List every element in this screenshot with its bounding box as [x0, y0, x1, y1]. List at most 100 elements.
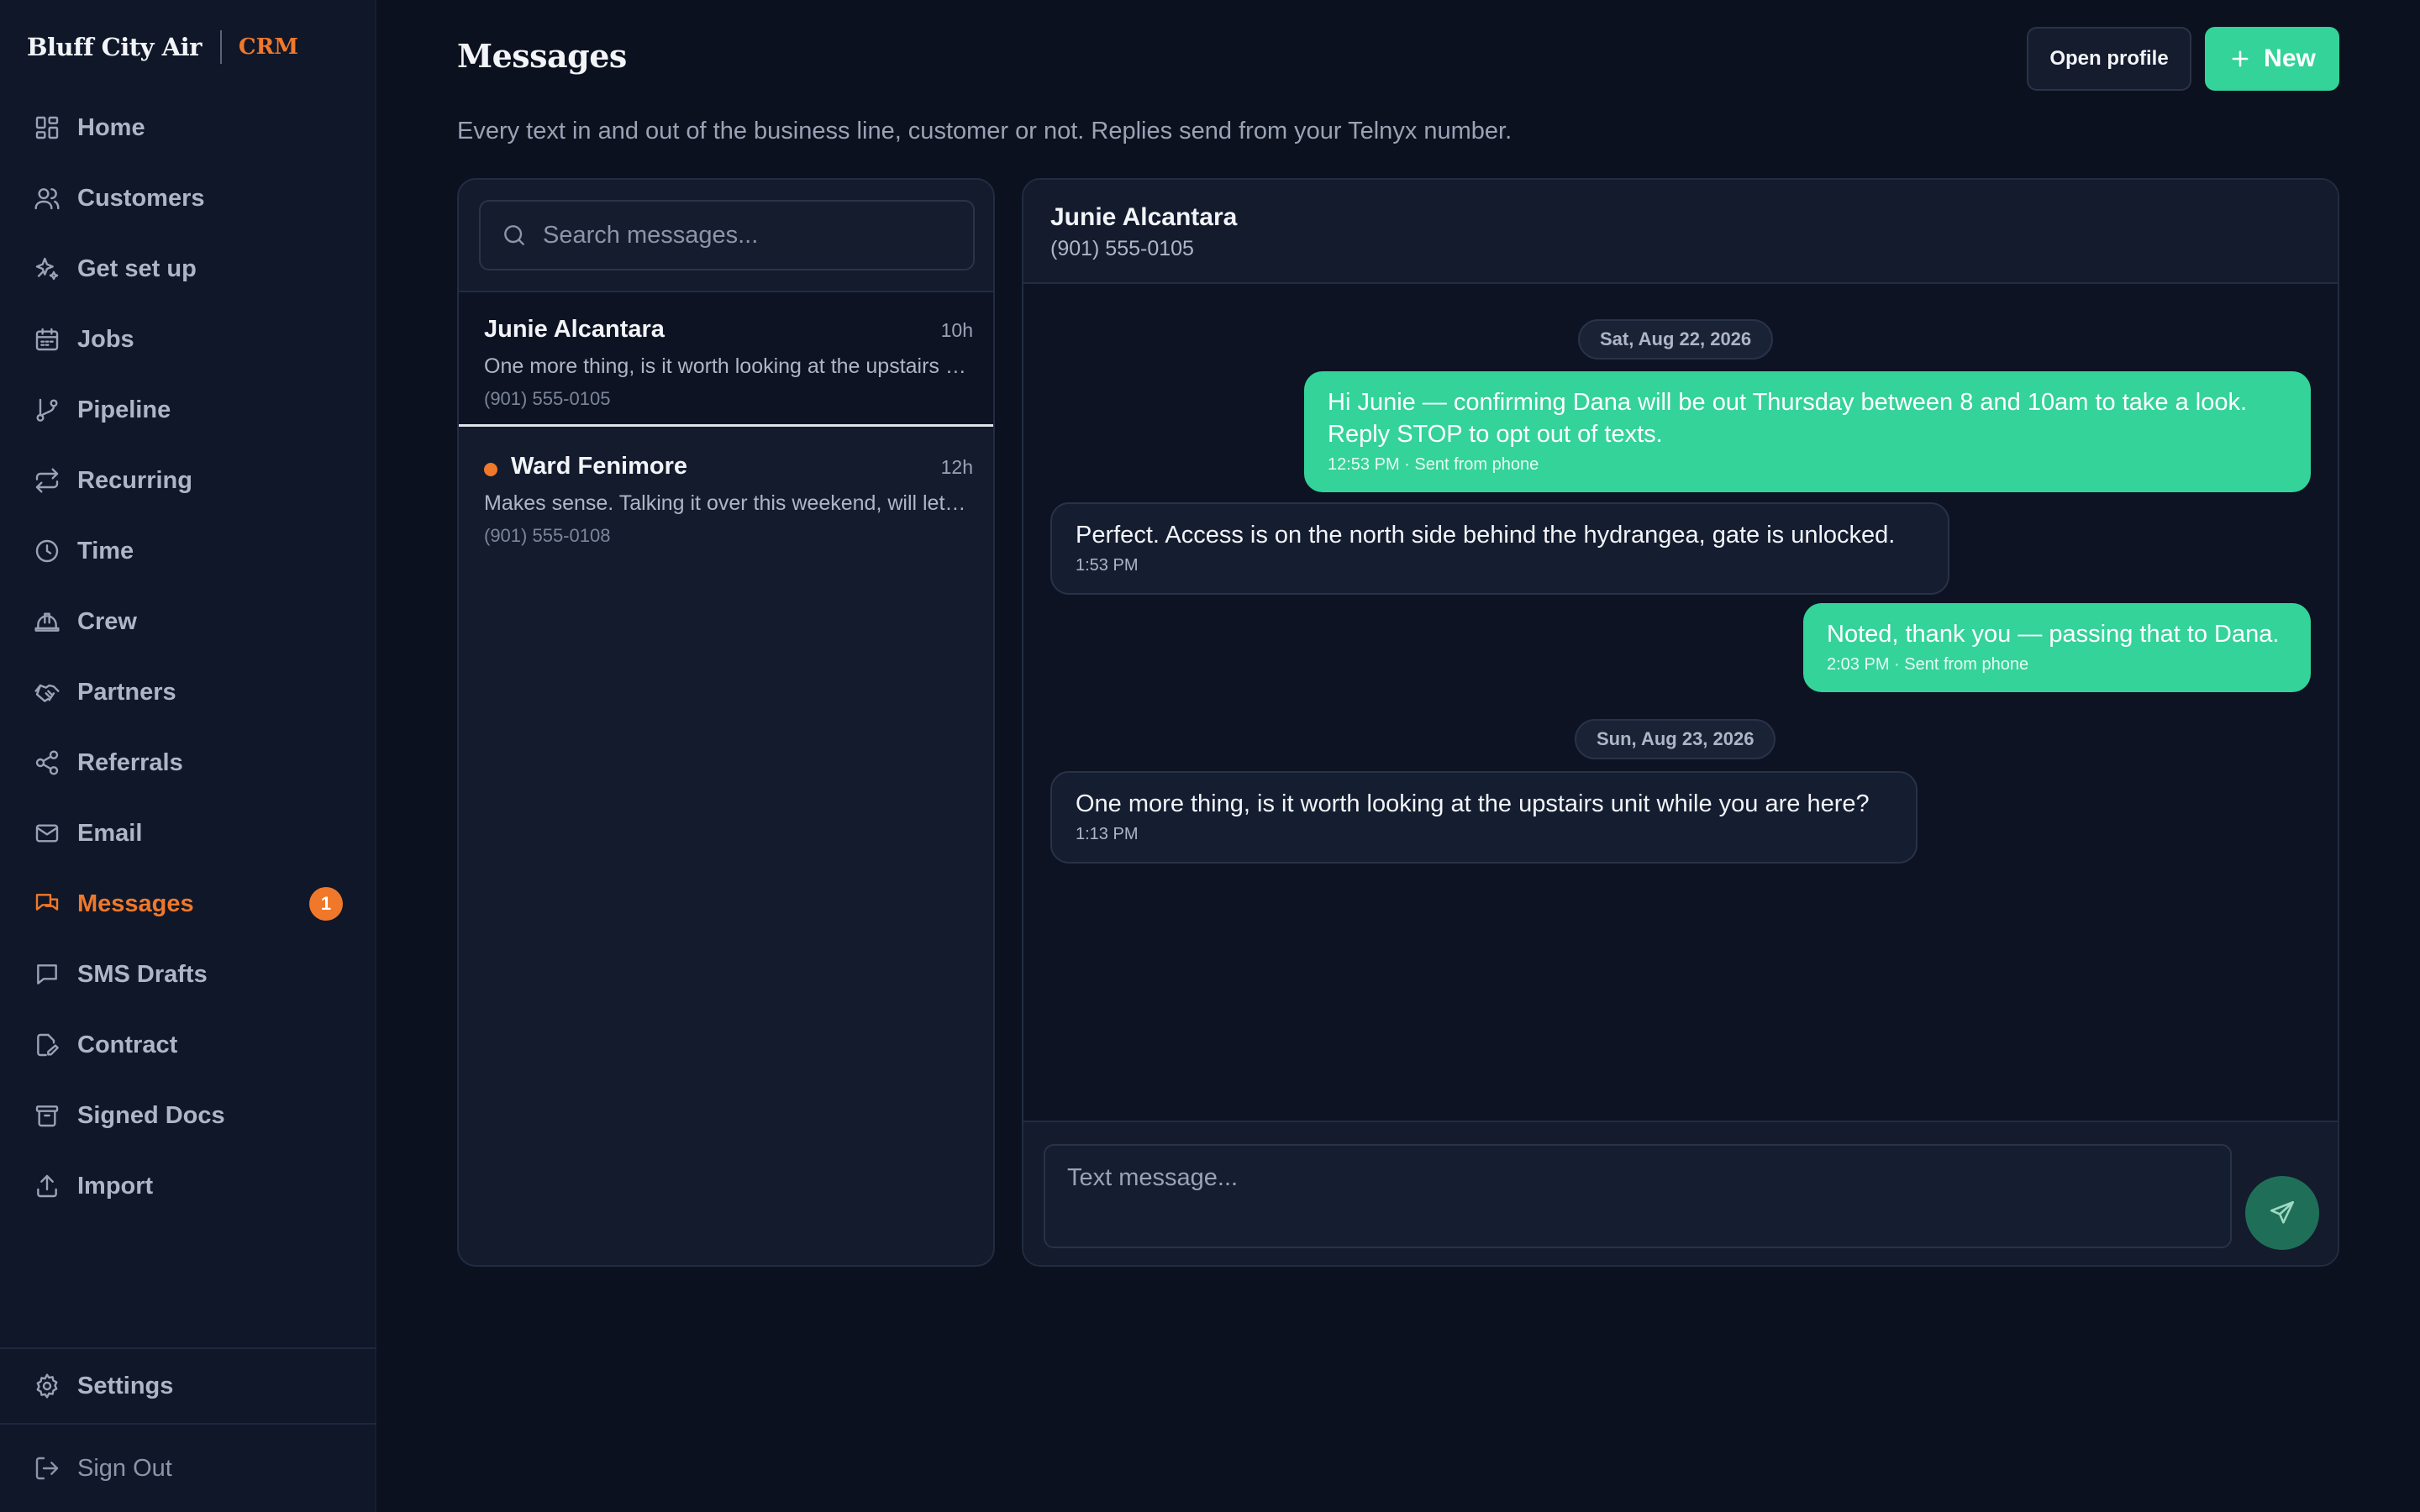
conversation-phone: (901) 555-0105 [484, 388, 611, 409]
thread-header: Junie Alcantara (901) 555-0105 [1023, 180, 2338, 284]
brand-logo[interactable]: Bluff City Air CRM [27, 29, 298, 66]
sidebar-item-label: Recurring [77, 466, 192, 494]
sidebar-item-jobs[interactable]: Jobs [0, 304, 376, 375]
git-branch-icon [34, 396, 60, 423]
message-text: Hi Junie — confirming Dana will be out T… [1328, 389, 2248, 448]
sidebar-item-label: Time [77, 537, 134, 564]
search-input[interactable] [543, 221, 963, 249]
sparkles-icon [34, 255, 60, 282]
calendar-icon [34, 326, 60, 353]
sidebar-item-label: Pipeline [77, 396, 171, 423]
sidebar-item-time[interactable]: Time [0, 516, 376, 586]
sidebar-item-label: Customers [77, 184, 205, 212]
sidebar-divider [0, 1347, 376, 1349]
unread-dot [484, 463, 497, 476]
chat-icon [34, 890, 60, 917]
sidebar-item-label: SMS Drafts [77, 960, 208, 988]
message-text: Perfect. Access is on the north side beh… [1076, 522, 1896, 549]
sidebar-item-settings[interactable]: Settings [0, 1351, 173, 1421]
sidebar-item-label: Settings [77, 1372, 174, 1399]
upload-icon [34, 1173, 60, 1200]
page-title: Messages [457, 37, 627, 75]
sidebar: Bluff City Air CRM Home Customers Get se… [0, 0, 376, 1512]
conversation-phone: (901) 555-0108 [484, 525, 611, 546]
mail-icon [34, 820, 60, 847]
sidebar-item-label: Crew [77, 607, 137, 635]
sidebar-item-get-set-up[interactable]: Get set up [0, 234, 376, 304]
conversation-time: 12h [940, 456, 973, 478]
message-text: Noted, thank you — passing that to Dana. [1827, 621, 2280, 648]
sidebar-item-label: Get set up [77, 255, 197, 282]
brand-tag: CRM [238, 34, 298, 60]
sidebar-item-crew[interactable]: Crew [0, 586, 376, 657]
sidebar-item-label: Signed Docs [77, 1101, 225, 1129]
sidebar-item-label: Import [77, 1172, 154, 1200]
log-out-icon [34, 1455, 60, 1482]
handshake-icon [34, 679, 60, 706]
page-subtitle: Every text in and out of the business li… [457, 118, 1512, 144]
message-meta: 1:13 PM [1076, 825, 1139, 843]
brand-divider [219, 30, 222, 64]
message-composer [1023, 1121, 2338, 1265]
clock-icon [34, 538, 60, 564]
message-text: One more thing, is it worth looking at t… [1076, 790, 1870, 817]
sidebar-divider [0, 1423, 376, 1425]
search-box[interactable] [479, 200, 975, 270]
share-icon [34, 749, 60, 776]
sidebar-item-recurring[interactable]: Recurring [0, 445, 376, 516]
users-icon [34, 185, 60, 212]
sidebar-item-label: Email [77, 819, 143, 847]
brand-name: Bluff City Air [27, 33, 202, 61]
send-button[interactable] [2245, 1176, 2319, 1250]
message-input[interactable] [1044, 1144, 2232, 1248]
conversation-item[interactable]: Junie Alcantara 10h One more thing, is i… [459, 292, 993, 427]
sidebar-item-sms-drafts[interactable]: SMS Drafts [0, 939, 376, 1010]
conversation-list: Junie Alcantara 10h One more thing, is i… [457, 178, 995, 1267]
new-button-label: New [2264, 45, 2316, 72]
message-thread: Junie Alcantara (901) 555-0105 Sat, Aug … [1022, 178, 2339, 1267]
message-meta: 1:53 PM [1076, 556, 1139, 575]
contact-phone: (901) 555-0105 [1050, 237, 1194, 260]
sidebar-item-label: Contract [77, 1031, 178, 1058]
sidebar-item-label: Partners [77, 678, 176, 706]
sidebar-item-referrals[interactable]: Referrals [0, 727, 376, 798]
search-icon [501, 222, 528, 249]
unread-count-badge: 1 [309, 887, 343, 921]
sidebar-item-messages[interactable]: Messages 1 [0, 869, 376, 939]
conversation-name: Ward Fenimore [511, 453, 688, 480]
message-meta: 2:03 PM · Sent from phone [1827, 655, 2029, 674]
repeat-icon [34, 467, 60, 494]
send-icon [2268, 1199, 2296, 1227]
sidebar-item-label: Messages [77, 890, 194, 917]
sidebar-item-pipeline[interactable]: Pipeline [0, 375, 376, 445]
message-square-icon [34, 961, 60, 988]
message-bubble-outgoing: Hi Junie — confirming Dana will be out T… [1304, 371, 2311, 492]
sidebar-item-label: Home [77, 113, 145, 141]
hard-hat-icon [34, 608, 60, 635]
sign-out-button[interactable]: Sign Out [0, 1433, 172, 1504]
conversation-name: Junie Alcantara [484, 316, 665, 343]
contact-name: Junie Alcantara [1050, 203, 1238, 231]
message-meta: 12:53 PM · Sent from phone [1328, 455, 1539, 474]
new-message-button[interactable]: New [2205, 27, 2339, 91]
sidebar-item-email[interactable]: Email [0, 798, 376, 869]
sidebar-item-import[interactable]: Import [0, 1151, 376, 1221]
gear-icon [34, 1373, 60, 1399]
sidebar-item-contract[interactable]: Contract [0, 1010, 376, 1080]
archive-icon [34, 1102, 60, 1129]
message-bubble-incoming: Perfect. Access is on the north side beh… [1050, 502, 1949, 595]
sidebar-item-home[interactable]: Home [0, 92, 376, 163]
conversation-item[interactable]: Ward Fenimore 12h Makes sense. Talking i… [459, 429, 993, 564]
sidebar-item-customers[interactable]: Customers [0, 163, 376, 234]
sidebar-item-signed-docs[interactable]: Signed Docs [0, 1080, 376, 1151]
date-divider: Sat, Aug 22, 2026 [1578, 319, 1774, 360]
date-divider: Sun, Aug 23, 2026 [1575, 719, 1776, 759]
open-profile-button[interactable]: Open profile [2027, 27, 2191, 91]
conversation-preview: One more thing, is it worth looking at t… [484, 354, 971, 378]
conversation-time: 10h [940, 319, 973, 341]
file-pen-icon [34, 1032, 60, 1058]
sidebar-item-label: Referrals [77, 748, 183, 776]
message-bubble-outgoing: Noted, thank you — passing that to Dana.… [1803, 603, 2311, 692]
dashboard-icon [34, 114, 60, 141]
sidebar-item-partners[interactable]: Partners [0, 657, 376, 727]
